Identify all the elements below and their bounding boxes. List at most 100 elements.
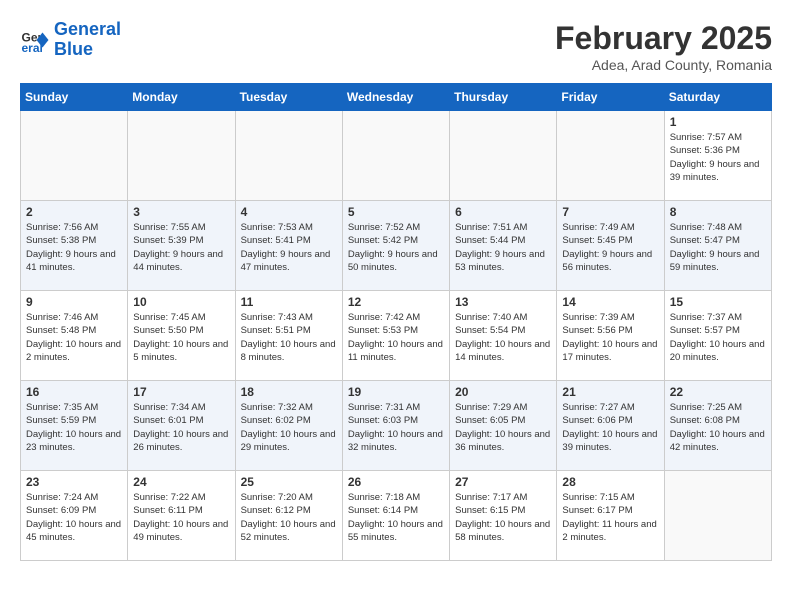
logo-text: GeneralBlue	[54, 20, 121, 60]
calendar-cell: 21 Sunrise: 7:27 AMSunset: 6:06 PMDayligh…	[557, 381, 664, 471]
calendar-cell: 28 Sunrise: 7:15 AMSunset: 6:17 PMDayligh…	[557, 471, 664, 561]
calendar-cell: 24 Sunrise: 7:22 AMSunset: 6:11 PMDayligh…	[128, 471, 235, 561]
calendar-cell	[342, 111, 449, 201]
calendar-cell: 5 Sunrise: 7:52 AMSunset: 5:42 PMDaylight…	[342, 201, 449, 291]
day-info: Sunrise: 7:34 AMSunset: 6:01 PMDaylight:…	[133, 401, 229, 454]
day-number: 26	[348, 475, 444, 489]
month-title: February 2025	[555, 20, 772, 57]
day-info: Sunrise: 7:43 AMSunset: 5:51 PMDaylight:…	[241, 311, 337, 364]
logo-icon: Gen eral	[20, 25, 50, 55]
calendar-cell	[557, 111, 664, 201]
calendar-cell: 16 Sunrise: 7:35 AMSunset: 5:59 PMDayligh…	[21, 381, 128, 471]
day-number: 23	[26, 475, 122, 489]
calendar-cell: 2 Sunrise: 7:56 AMSunset: 5:38 PMDaylight…	[21, 201, 128, 291]
calendar-cell: 4Sunrise: 7:53 AMSunset: 5:41 PMDaylight…	[235, 201, 342, 291]
day-info: Sunrise: 7:35 AMSunset: 5:59 PMDaylight:…	[26, 401, 122, 454]
day-info: Sunrise: 7:29 AMSunset: 6:05 PMDaylight:…	[455, 401, 551, 454]
calendar-cell	[21, 111, 128, 201]
day-info: Sunrise: 7:17 AMSunset: 6:15 PMDaylight:…	[455, 491, 551, 544]
day-info: Sunrise: 7:49 AMSunset: 5:45 PMDaylight:…	[562, 221, 658, 274]
day-info: Sunrise: 7:45 AMSunset: 5:50 PMDaylight:…	[133, 311, 229, 364]
calendar-cell: 26 Sunrise: 7:18 AMSunset: 6:14 PMDayligh…	[342, 471, 449, 561]
calendar-cell	[235, 111, 342, 201]
day-info: Sunrise: 7:56 AMSunset: 5:38 PMDaylight:…	[26, 221, 122, 274]
day-number: 12	[348, 295, 444, 309]
day-number: 6	[455, 205, 551, 219]
calendar-cell: 18 Sunrise: 7:32 AMSunset: 6:02 PMDayligh…	[235, 381, 342, 471]
calendar-cell: 27 Sunrise: 7:17 AMSunset: 6:15 PMDayligh…	[450, 471, 557, 561]
day-number: 21	[562, 385, 658, 399]
day-info: Sunrise: 7:25 AMSunset: 6:08 PMDaylight:…	[670, 401, 766, 454]
week-row-1: 1 Sunrise: 7:57 AMSunset: 5:36 PMDaylight…	[21, 111, 772, 201]
day-info: Sunrise: 7:32 AMSunset: 6:02 PMDaylight:…	[241, 401, 337, 454]
day-info: Sunrise: 7:37 AMSunset: 5:57 PMDaylight:…	[670, 311, 766, 364]
calendar-cell: 23 Sunrise: 7:24 AMSunset: 6:09 PMDayligh…	[21, 471, 128, 561]
day-number: 27	[455, 475, 551, 489]
calendar-table: SundayMondayTuesdayWednesdayThursdayFrid…	[20, 83, 772, 561]
calendar-cell: 15Sunrise: 7:37 AMSunset: 5:57 PMDayligh…	[664, 291, 771, 381]
day-info: Sunrise: 7:20 AMSunset: 6:12 PMDaylight:…	[241, 491, 337, 544]
day-info: Sunrise: 7:22 AMSunset: 6:11 PMDaylight:…	[133, 491, 229, 544]
day-info: Sunrise: 7:46 AMSunset: 5:48 PMDaylight:…	[26, 311, 122, 364]
week-row-2: 2 Sunrise: 7:56 AMSunset: 5:38 PMDaylight…	[21, 201, 772, 291]
day-number: 18	[241, 385, 337, 399]
day-number: 20	[455, 385, 551, 399]
day-info: Sunrise: 7:27 AMSunset: 6:06 PMDaylight:…	[562, 401, 658, 454]
calendar-cell: 13 Sunrise: 7:40 AMSunset: 5:54 PMDayligh…	[450, 291, 557, 381]
calendar-cell: 19 Sunrise: 7:31 AMSunset: 6:03 PMDayligh…	[342, 381, 449, 471]
calendar-cell	[664, 471, 771, 561]
logo: Gen eral GeneralBlue	[20, 20, 121, 60]
day-number: 17	[133, 385, 229, 399]
calendar-cell: 11Sunrise: 7:43 AMSunset: 5:51 PMDayligh…	[235, 291, 342, 381]
day-number: 8	[670, 205, 766, 219]
day-number: 10	[133, 295, 229, 309]
weekday-header-row: SundayMondayTuesdayWednesdayThursdayFrid…	[21, 84, 772, 111]
day-number: 22	[670, 385, 766, 399]
weekday-header-tuesday: Tuesday	[235, 84, 342, 111]
day-info: Sunrise: 7:51 AMSunset: 5:44 PMDaylight:…	[455, 221, 551, 274]
day-number: 3	[133, 205, 229, 219]
calendar-cell: 6 Sunrise: 7:51 AMSunset: 5:44 PMDaylight…	[450, 201, 557, 291]
day-info: Sunrise: 7:52 AMSunset: 5:42 PMDaylight:…	[348, 221, 444, 274]
day-number: 9	[26, 295, 122, 309]
day-info: Sunrise: 7:15 AMSunset: 6:17 PMDaylight:…	[562, 491, 658, 544]
day-info: Sunrise: 7:24 AMSunset: 6:09 PMDaylight:…	[26, 491, 122, 544]
day-info: Sunrise: 7:31 AMSunset: 6:03 PMDaylight:…	[348, 401, 444, 454]
day-number: 1	[670, 115, 766, 129]
subtitle: Adea, Arad County, Romania	[555, 57, 772, 73]
weekday-header-monday: Monday	[128, 84, 235, 111]
day-info: Sunrise: 7:18 AMSunset: 6:14 PMDaylight:…	[348, 491, 444, 544]
weekday-header-thursday: Thursday	[450, 84, 557, 111]
day-number: 19	[348, 385, 444, 399]
day-number: 25	[241, 475, 337, 489]
day-number: 13	[455, 295, 551, 309]
weekday-header-saturday: Saturday	[664, 84, 771, 111]
day-info: Sunrise: 7:39 AMSunset: 5:56 PMDaylight:…	[562, 311, 658, 364]
weekday-header-sunday: Sunday	[21, 84, 128, 111]
day-info: Sunrise: 7:55 AMSunset: 5:39 PMDaylight:…	[133, 221, 229, 274]
day-number: 16	[26, 385, 122, 399]
calendar-cell: 14Sunrise: 7:39 AMSunset: 5:56 PMDayligh…	[557, 291, 664, 381]
calendar-cell: 22 Sunrise: 7:25 AMSunset: 6:08 PMDayligh…	[664, 381, 771, 471]
day-info: Sunrise: 7:57 AMSunset: 5:36 PMDaylight:…	[670, 131, 766, 184]
calendar-cell: 25 Sunrise: 7:20 AMSunset: 6:12 PMDayligh…	[235, 471, 342, 561]
calendar-cell: 17 Sunrise: 7:34 AMSunset: 6:01 PMDayligh…	[128, 381, 235, 471]
calendar-cell: 12 Sunrise: 7:42 AMSunset: 5:53 PMDayligh…	[342, 291, 449, 381]
calendar-cell: 3 Sunrise: 7:55 AMSunset: 5:39 PMDaylight…	[128, 201, 235, 291]
calendar-cell: 9 Sunrise: 7:46 AMSunset: 5:48 PMDaylight…	[21, 291, 128, 381]
day-number: 28	[562, 475, 658, 489]
calendar-cell: 7Sunrise: 7:49 AMSunset: 5:45 PMDaylight…	[557, 201, 664, 291]
week-row-5: 23 Sunrise: 7:24 AMSunset: 6:09 PMDayligh…	[21, 471, 772, 561]
calendar-cell: 20 Sunrise: 7:29 AMSunset: 6:05 PMDayligh…	[450, 381, 557, 471]
day-info: Sunrise: 7:40 AMSunset: 5:54 PMDaylight:…	[455, 311, 551, 364]
day-number: 4	[241, 205, 337, 219]
day-info: Sunrise: 7:42 AMSunset: 5:53 PMDaylight:…	[348, 311, 444, 364]
day-number: 2	[26, 205, 122, 219]
week-row-3: 9 Sunrise: 7:46 AMSunset: 5:48 PMDaylight…	[21, 291, 772, 381]
header: Gen eral GeneralBlue February 2025 Adea,…	[20, 20, 772, 73]
calendar-cell	[128, 111, 235, 201]
weekday-header-friday: Friday	[557, 84, 664, 111]
day-number: 5	[348, 205, 444, 219]
week-row-4: 16 Sunrise: 7:35 AMSunset: 5:59 PMDayligh…	[21, 381, 772, 471]
day-number: 24	[133, 475, 229, 489]
